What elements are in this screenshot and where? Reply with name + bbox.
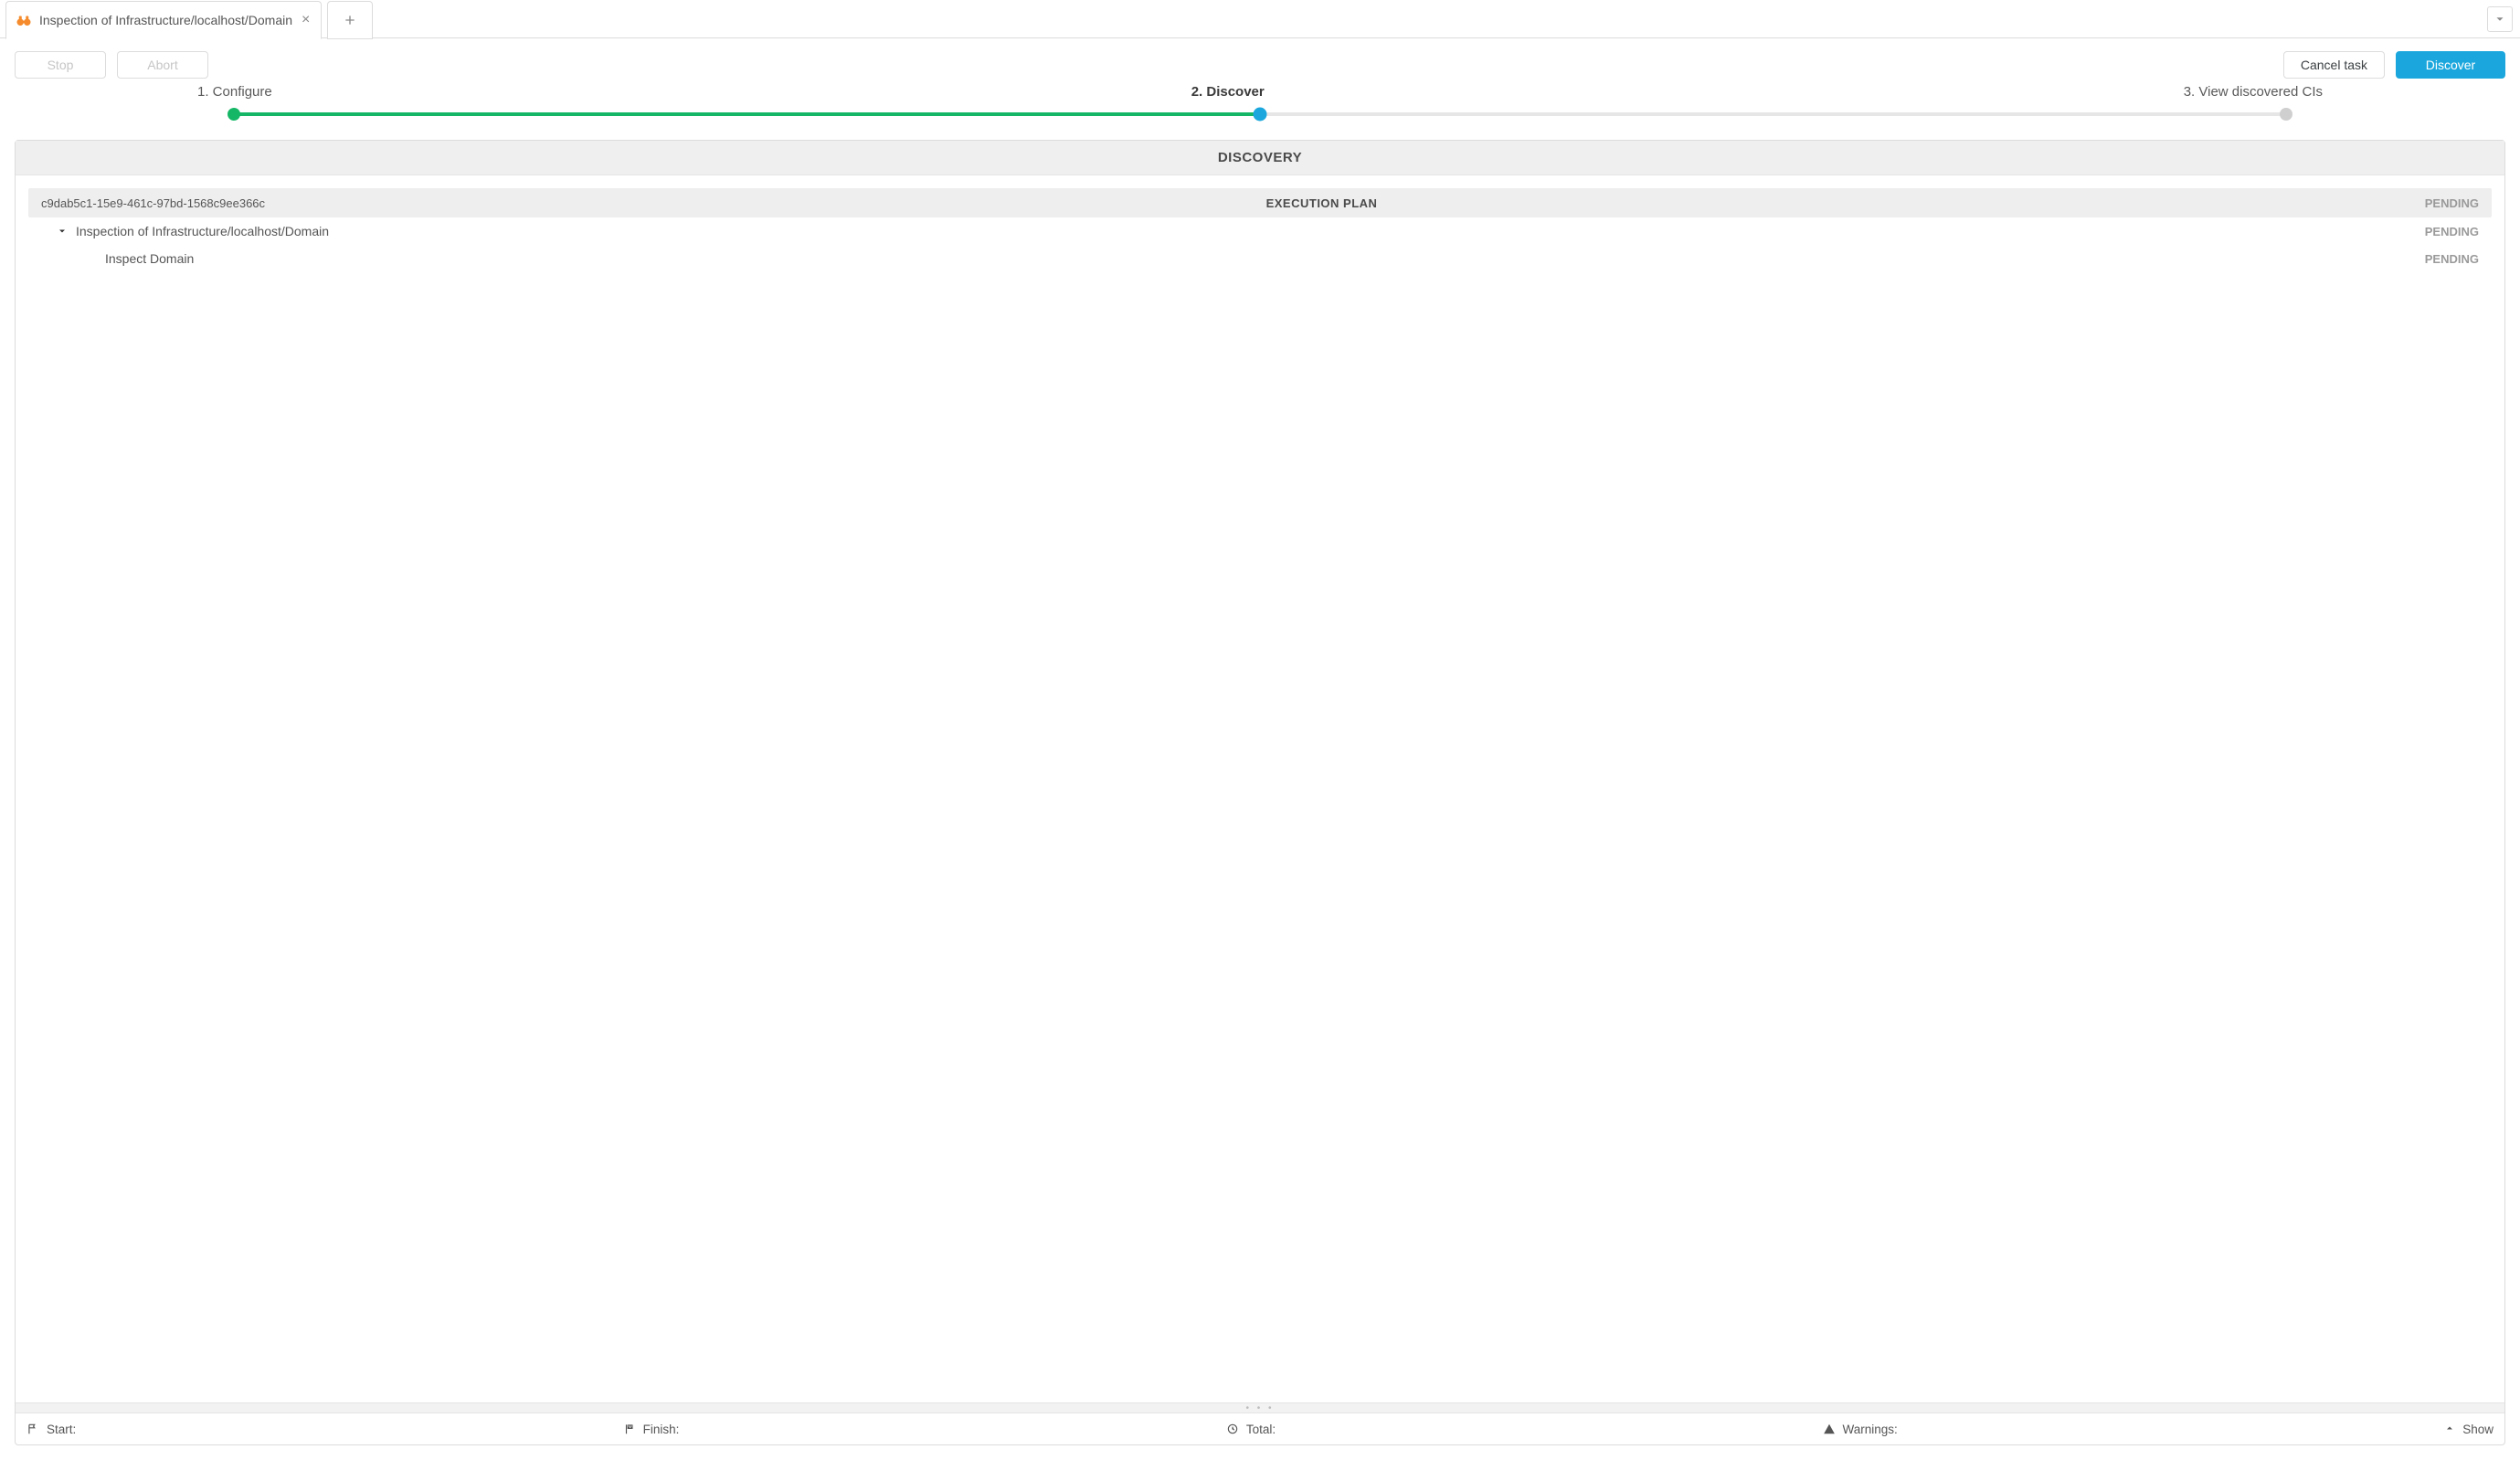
tab-active[interactable]: Inspection of Infrastructure/localhost/D… [5,1,322,39]
plan-header-row: c9dab5c1-15e9-461c-97bd-1568c9ee366c EXE… [28,188,2492,217]
flag-icon [26,1423,39,1435]
status-warnings: Warnings: [1823,1423,1898,1436]
plan-id: c9dab5c1-15e9-461c-97bd-1568c9ee366c [41,196,265,210]
warning-icon [1823,1423,1836,1435]
status-warnings-label: Warnings: [1843,1423,1898,1436]
app-root: Inspection of Infrastructure/localhost/D… [0,0,2520,1460]
plan-row-label: Inspection of Infrastructure/localhost/D… [76,224,2378,238]
plan-area: c9dab5c1-15e9-461c-97bd-1568c9ee366c EXE… [16,175,2504,1402]
status-total-label: Total: [1246,1423,1276,1436]
show-label: Show [2462,1423,2494,1436]
tab-title: Inspection of Infrastructure/localhost/D… [39,13,292,27]
plan-heading-status: PENDING [2378,196,2479,210]
resize-handle[interactable]: • • • [16,1402,2504,1413]
step-1-label[interactable]: 1. Configure [197,84,272,100]
discovery-panel: DISCOVERY c9dab5c1-15e9-461c-97bd-1568c9… [15,140,2505,1445]
status-finish: Finish: [623,1423,680,1436]
clock-icon [1226,1423,1239,1435]
tab-overflow-button[interactable] [2487,6,2513,32]
status-bar: Start: Finish: Total: Warn [16,1413,2504,1444]
plan-row[interactable]: Inspection of Infrastructure/localhost/D… [28,217,2492,245]
status-start-label: Start: [47,1423,76,1436]
flag-checkered-icon [623,1423,636,1435]
step-3-label[interactable]: 3. View discovered CIs [2184,84,2323,100]
discover-button[interactable]: Discover [2396,51,2505,79]
abort-button[interactable]: Abort [117,51,208,79]
chevron-up-icon [2444,1423,2457,1435]
status-badge: PENDING [2378,252,2479,266]
status-start: Start: [26,1423,76,1436]
stepper-labels: 1. Configure 2. Discover 3. View discove… [15,84,2505,100]
plan-heading: EXECUTION PLAN [265,196,2378,210]
step-2-label[interactable]: 2. Discover [1191,84,1265,100]
toolbar: Stop Abort Cancel task Discover [0,38,2520,84]
plan-rows: Inspection of Infrastructure/localhost/D… [28,217,2492,1395]
stop-button[interactable]: Stop [15,51,106,79]
cancel-task-button[interactable]: Cancel task [2283,51,2385,79]
binoculars-icon [16,12,32,28]
step-2-dot[interactable] [1254,108,1267,122]
status-finish-label: Finish: [643,1423,680,1436]
show-toggle[interactable]: Show [2444,1423,2494,1436]
close-icon[interactable]: × [300,13,312,27]
panel-title: DISCOVERY [16,141,2504,175]
chevron-down-icon[interactable] [56,226,69,237]
tab-add-button[interactable] [327,1,373,39]
tab-strip: Inspection of Infrastructure/localhost/D… [0,0,2520,38]
stepper: 1. Configure 2. Discover 3. View discove… [0,84,2520,134]
stepper-track [234,103,2286,125]
step-3-dot[interactable] [2280,108,2292,121]
step-1-dot[interactable] [228,108,240,121]
status-total: Total: [1226,1423,1276,1436]
plan-row[interactable]: Inspect Domain PENDING [28,245,2492,272]
status-badge: PENDING [2378,225,2479,238]
plan-row-label: Inspect Domain [105,251,2378,266]
stepper-seg-complete [234,112,1260,116]
